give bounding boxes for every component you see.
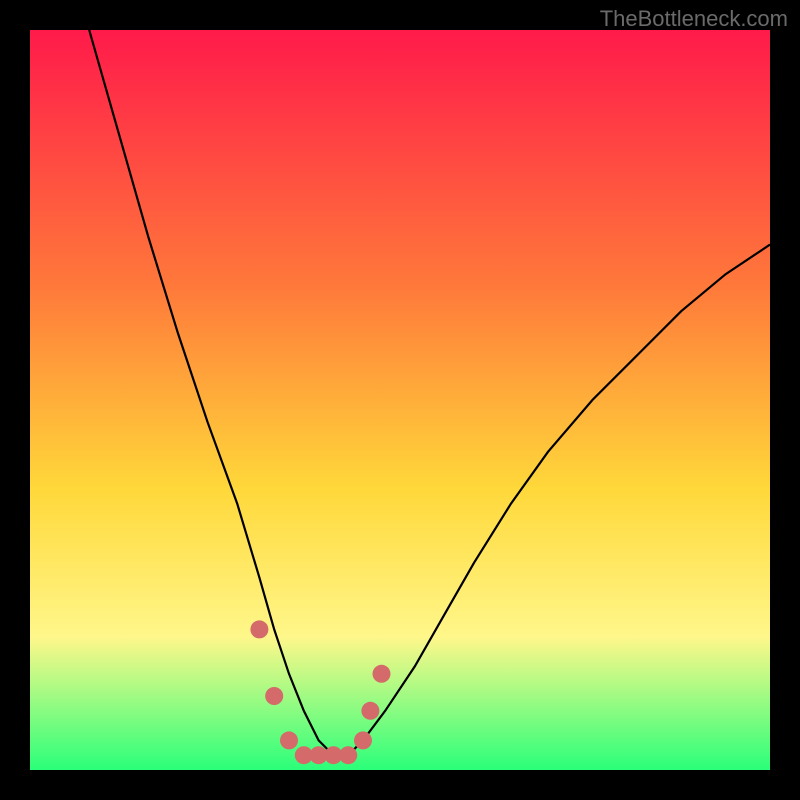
marker-dot bbox=[250, 620, 268, 638]
marker-dot bbox=[280, 731, 298, 749]
bottleneck-chart bbox=[30, 30, 770, 770]
chart-container bbox=[30, 30, 770, 770]
gradient-background bbox=[30, 30, 770, 770]
marker-dot bbox=[354, 731, 372, 749]
marker-dot bbox=[361, 702, 379, 720]
watermark-text: TheBottleneck.com bbox=[600, 6, 788, 32]
marker-dot bbox=[265, 687, 283, 705]
marker-dot bbox=[339, 746, 357, 764]
marker-dot bbox=[373, 665, 391, 683]
